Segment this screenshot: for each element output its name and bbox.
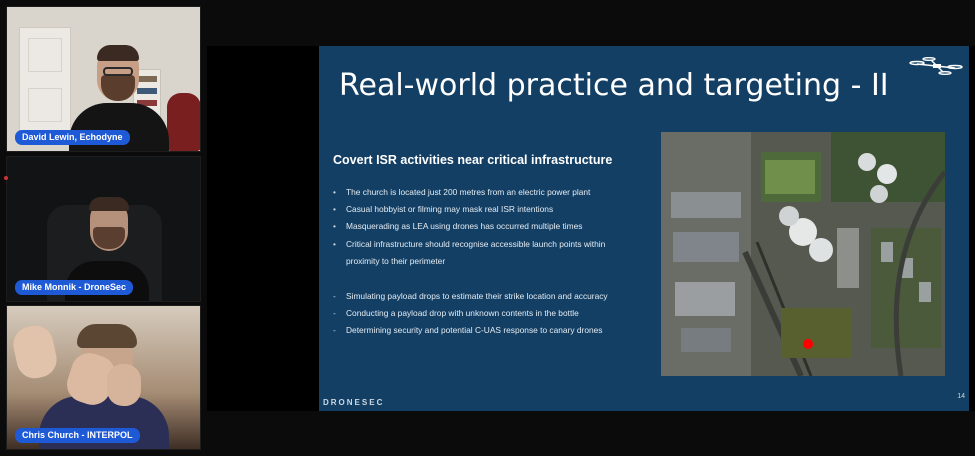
participant-name-badge: Mike Monnik - DroneSec — [15, 280, 134, 295]
footer-brand: DRONESEC — [323, 398, 385, 407]
participant-video-tile[interactable]: Mike Monnik - DroneSec — [6, 156, 201, 302]
presentation-slide[interactable]: Real-world practice and targeting - II C… — [319, 46, 969, 411]
list-item: Casual hobbyist or filming may mask real… — [333, 201, 653, 218]
background-door — [19, 27, 71, 132]
participant-name-badge: David Lewin, Echodyne — [15, 130, 130, 145]
slide-number: 14 — [957, 393, 965, 400]
section-heading: Covert ISR activities near critical infr… — [333, 153, 613, 167]
list-item-continuation: proximity to their perimeter — [346, 255, 446, 266]
background-chair — [167, 93, 200, 151]
participant-video-tile[interactable]: Chris Church - INTERPOL — [6, 305, 201, 450]
dash-list: Simulating payload drops to estimate the… — [333, 288, 653, 340]
list-item: Conducting a payload drop with unknown c… — [333, 305, 653, 322]
list-item: Simulating payload drops to estimate the… — [333, 288, 653, 305]
participant-glasses — [103, 67, 133, 76]
participant-hair — [89, 197, 129, 211]
list-item: Masquerading as LEA using drones has occ… — [333, 218, 653, 235]
slide-title: Real-world practice and targeting - II — [339, 68, 889, 103]
participant-video-tile[interactable]: David Lewin, Echodyne — [6, 6, 201, 152]
participant-hair — [97, 45, 139, 61]
participant-hand — [107, 364, 141, 406]
participant-name-badge: Chris Church - INTERPOL — [15, 428, 140, 443]
satellite-map-image — [661, 132, 945, 376]
map-marker — [803, 339, 813, 349]
participant-hair — [77, 324, 137, 348]
list-item: Critical infrastructure should recognise… — [333, 236, 653, 253]
list-item: Determining security and potential C-UAS… — [333, 322, 653, 339]
drone-logo-icon — [909, 57, 963, 76]
bullet-list: The church is located just 200 metres fr… — [333, 184, 653, 270]
list-item: The church is located just 200 metres fr… — [333, 184, 653, 201]
edge-indicator — [4, 176, 8, 180]
